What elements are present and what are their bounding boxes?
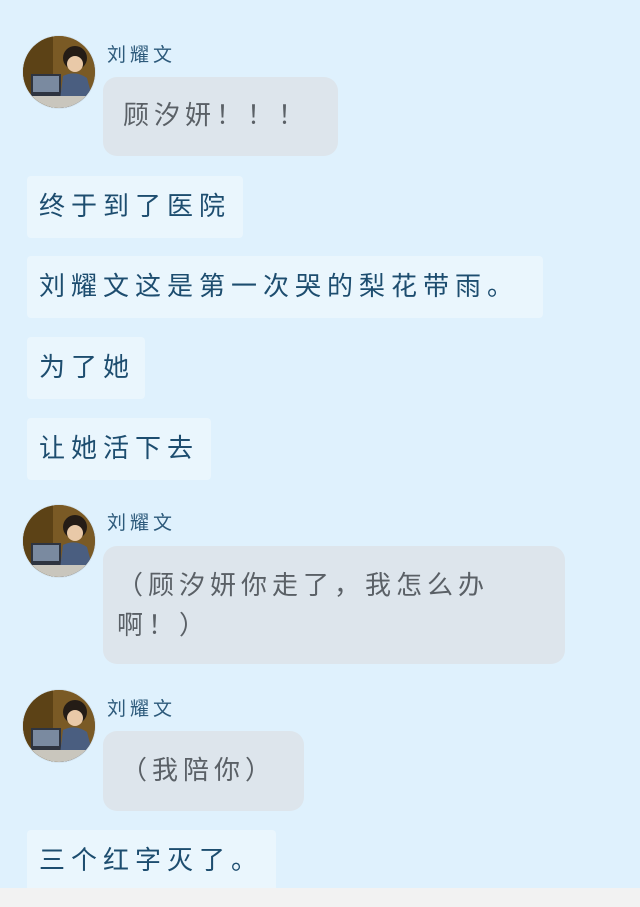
- avatar[interactable]: [23, 36, 95, 108]
- chat-bubble-text: 啊！）: [117, 611, 211, 641]
- avatar-photo-icon: [23, 36, 95, 108]
- chat-bubble-text: 顾汐妍！！！: [123, 101, 310, 131]
- narration-block: 终于到了医院: [27, 176, 243, 238]
- avatar[interactable]: [23, 505, 95, 577]
- chat-bubble-text: （顾汐妍你走了，我怎么办: [117, 571, 490, 601]
- avatar-photo-icon: [23, 505, 95, 577]
- narration-block: 让她活下去: [27, 418, 211, 480]
- narration-block: 刘耀文这是第一次哭的梨花带雨。: [27, 256, 543, 318]
- chat-bubble: （顾汐妍你走了，我怎么办 啊！）: [103, 546, 565, 664]
- bottom-bar: [0, 888, 640, 907]
- narration-block: 为了她: [27, 337, 145, 399]
- chat-bubble: （我陪你）: [103, 731, 304, 811]
- chat-bubble: 顾汐妍！！！: [103, 77, 338, 156]
- chat-bubble-text: （我陪你）: [121, 756, 277, 786]
- sender-name: 刘耀文: [107, 698, 177, 720]
- sender-name: 刘耀文: [107, 44, 177, 66]
- avatar-photo-icon: [23, 690, 95, 762]
- narration-block: 三个红字灭了。: [27, 830, 276, 892]
- sender-name: 刘耀文: [107, 512, 177, 534]
- avatar[interactable]: [23, 690, 95, 762]
